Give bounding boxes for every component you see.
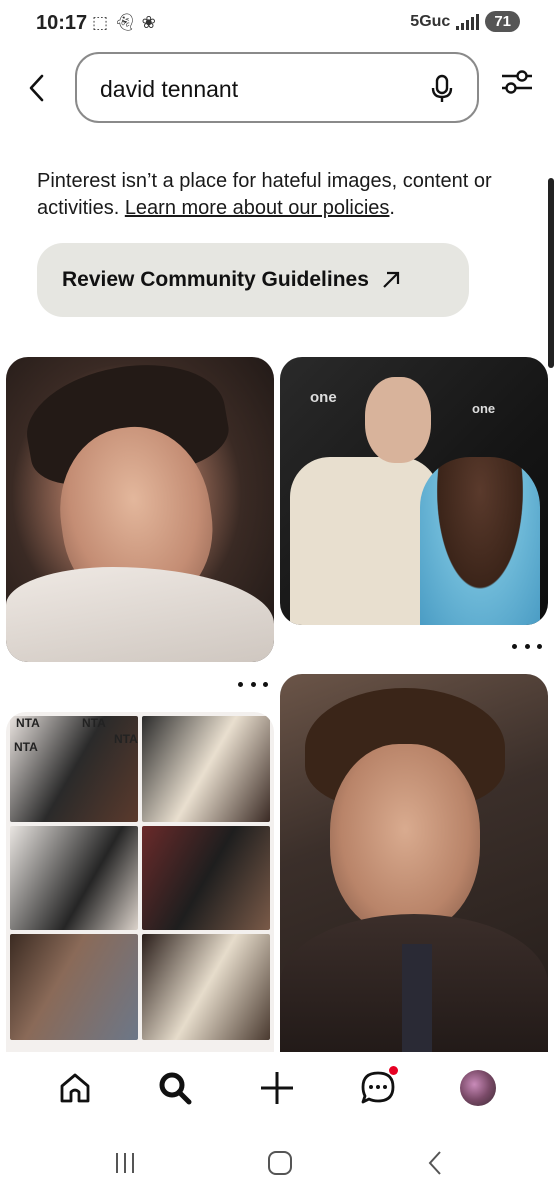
snapchat-icon: 👻︎	[114, 13, 136, 32]
filter-button[interactable]	[500, 68, 534, 96]
sliders-icon	[502, 70, 532, 94]
app-notification-icon: ❀	[141, 13, 156, 32]
nav-search[interactable]	[155, 1068, 195, 1108]
policies-link[interactable]: Learn more about our policies	[125, 197, 390, 219]
policy-notice: Pinterest isn’t a place for hateful imag…	[37, 168, 532, 222]
home-icon	[60, 1073, 90, 1103]
pin-image[interactable]: one one	[280, 357, 548, 625]
nav-create[interactable]	[257, 1068, 297, 1108]
pin-image[interactable]: NTA NTA NTA NTA	[6, 712, 274, 1052]
system-navigation-bar	[0, 1126, 554, 1200]
pin-logo-text: one	[310, 389, 337, 406]
status-bar: 10:17 ⬚ 👻︎ ❀ 5Guc 71	[0, 0, 554, 48]
system-back-button[interactable]	[420, 1148, 450, 1178]
nav-profile[interactable]	[458, 1068, 498, 1108]
pin-logo-text: NTA	[16, 716, 40, 730]
pin-image[interactable]	[280, 674, 548, 1052]
back-button[interactable]	[22, 70, 50, 106]
pin-image[interactable]	[6, 357, 274, 662]
pin-more-button[interactable]	[238, 677, 268, 691]
recent-apps-icon	[116, 1153, 134, 1173]
arrow-up-right-icon	[383, 271, 400, 288]
search-input[interactable]: david tennant	[75, 52, 479, 123]
signal-icon	[456, 13, 480, 30]
pin-logo-text: one	[472, 401, 496, 416]
pin-logo-text: NTA	[82, 716, 106, 730]
nav-home[interactable]	[55, 1068, 95, 1108]
network-type: 5Guc	[410, 12, 451, 30]
pin-more-button[interactable]	[512, 639, 542, 653]
avatar	[460, 1070, 496, 1106]
search-query: david tennant	[100, 76, 239, 102]
photo-collage	[6, 712, 274, 1052]
pin-logo-text: NTA	[114, 732, 138, 746]
microphone-icon	[431, 74, 453, 102]
home-square-icon	[268, 1151, 292, 1175]
nav-messages[interactable]	[358, 1066, 398, 1108]
policy-notice-end: .	[389, 197, 395, 219]
chat-bubble-icon	[361, 1071, 395, 1104]
notification-dot	[389, 1066, 398, 1075]
chevron-left-icon	[29, 74, 44, 102]
home-system-button[interactable]	[265, 1148, 295, 1178]
recent-apps-button[interactable]	[110, 1148, 140, 1178]
battery-indicator: 71	[485, 11, 520, 32]
status-right: 5Guc 71	[410, 11, 520, 32]
voice-search-button[interactable]	[431, 74, 453, 104]
search-icon	[159, 1072, 192, 1105]
review-guidelines-label: Review Community Guidelines	[62, 268, 369, 291]
plus-icon	[261, 1072, 293, 1104]
scrollbar[interactable]	[548, 178, 554, 368]
bottom-navigation	[0, 1052, 554, 1126]
review-guidelines-button[interactable]: Review Community Guidelines	[37, 243, 469, 317]
status-notification-icons: ⬚ 👻︎ ❀	[92, 12, 156, 34]
status-time: 10:17	[36, 12, 88, 34]
screenshot-icon: ⬚	[92, 13, 109, 32]
back-chevron-icon	[428, 1151, 441, 1175]
pin-logo-text: NTA	[14, 740, 38, 754]
